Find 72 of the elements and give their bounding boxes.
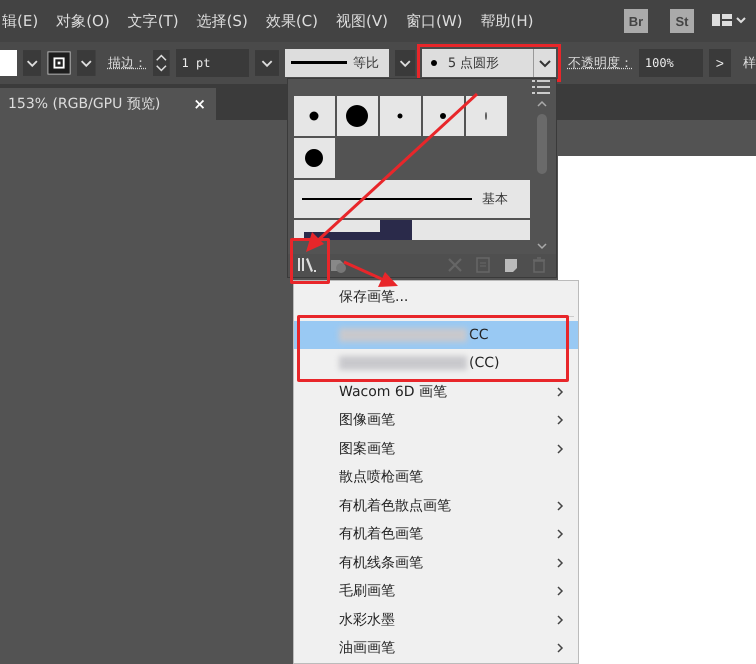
menu-item[interactable]: 毛刷画笔 <box>294 577 578 606</box>
dropdown-icon[interactable] <box>22 49 42 77</box>
menu-item[interactable]: 文字(T) <box>128 12 179 30</box>
line-preview-icon <box>290 60 347 66</box>
menu-item[interactable]: 油画画笔 <box>294 634 578 662</box>
stroke-weight-field[interactable]: 1 pt <box>176 49 249 77</box>
menu-item[interactable]: (CC) <box>294 349 578 378</box>
menu-item[interactable]: 有机线条画笔 <box>294 548 578 577</box>
menu-label: 图像画笔 <box>339 411 395 430</box>
menu-label: 水彩水墨 <box>339 610 395 629</box>
style-label[interactable]: 样 <box>743 54 756 72</box>
menu-label: 散点喷枪画笔 <box>339 468 423 486</box>
pattern-brush-preview[interactable] <box>294 220 530 240</box>
menu-label: 有机线条画笔 <box>339 554 423 572</box>
menu-item[interactable]: 水彩水墨 <box>294 606 578 634</box>
menu-item[interactable]: 有机着色画笔 <box>294 520 578 548</box>
new-brush-icon[interactable] <box>502 256 520 274</box>
app-button[interactable]: Br <box>624 9 648 33</box>
profile-name: 等比 <box>352 55 379 72</box>
menu-item[interactable]: 选择(S) <box>196 12 248 30</box>
menu-item[interactable]: 辑(E) <box>2 12 38 30</box>
stroke-label[interactable]: 描边： <box>108 54 147 72</box>
brush-name: 5 点圆形 <box>448 55 500 72</box>
menu-label: 保存画笔... <box>339 288 408 306</box>
dropdown-icon[interactable] <box>77 49 96 77</box>
menu-item[interactable]: 帮助(H) <box>480 12 534 30</box>
brush-label: 基本 <box>482 190 508 208</box>
menu-label: 有机着色画笔 <box>339 525 423 544</box>
opacity-field[interactable]: 100% <box>638 49 703 77</box>
panel-menu-icon[interactable] <box>532 80 550 94</box>
menu-item[interactable]: 有机着色散点画笔 <box>294 492 578 520</box>
brush-thumbnail[interactable] <box>337 96 378 136</box>
menu-label: CC <box>469 326 489 343</box>
menu-item[interactable]: Wacom 6D 画笔 <box>294 378 578 406</box>
dot-icon <box>430 59 438 67</box>
menu-label: 有机着色散点画笔 <box>339 496 451 515</box>
menu-label: (CC) <box>469 355 500 372</box>
brush-thumbnail[interactable] <box>423 96 464 136</box>
app-button[interactable]: St <box>670 9 694 33</box>
stroke-profile-dropdown[interactable]: 等比 <box>284 49 390 77</box>
brush-definition-dropdown[interactable]: 5 点圆形 <box>422 49 556 77</box>
menu-item[interactable]: 图像画笔 <box>294 406 578 434</box>
annotation-arrow <box>343 260 398 287</box>
menu-label: 图案画笔 <box>339 440 395 458</box>
next-button[interactable]: > <box>708 49 731 77</box>
document-title: 153% (RGB/GPU 预览) <box>8 95 160 113</box>
brush-thumbnail[interactable] <box>294 96 335 136</box>
stepper-icon[interactable] <box>152 49 170 77</box>
menu-label: 油画画笔 <box>339 639 395 658</box>
brush-row[interactable]: 基本 <box>294 180 530 218</box>
brush-thumbnail[interactable] <box>380 96 421 136</box>
brush-thumbnail[interactable] <box>294 138 335 178</box>
menu-item[interactable]: 视图(V) <box>336 12 388 30</box>
fill-swatch[interactable] <box>0 50 17 76</box>
menu-item[interactable]: 效果(C) <box>266 12 318 30</box>
dropdown-icon[interactable] <box>254 49 279 77</box>
opacity-label[interactable]: 不透明度： <box>568 54 633 72</box>
workspace-switcher-icon[interactable] <box>712 13 746 29</box>
brush-thumbnail[interactable] <box>466 96 507 136</box>
menu-item[interactable]: 图案画笔 <box>294 434 578 463</box>
stroke-swatch-icon[interactable] <box>47 50 72 76</box>
close-icon[interactable]: × <box>193 95 206 113</box>
menu-item[interactable]: 对象(O) <box>56 12 110 30</box>
menu-item[interactable]: 散点喷枪画笔 <box>294 463 578 492</box>
menu-label: Wacom 6D 画笔 <box>339 382 448 401</box>
menu-label: 毛刷画笔 <box>339 582 395 600</box>
menu-item[interactable]: CC <box>294 320 578 349</box>
document-tab[interactable]: 153% (RGB/GPU 预览) × <box>0 88 216 120</box>
menu-item[interactable]: 保存画笔... <box>294 283 578 312</box>
dropdown-icon[interactable] <box>395 49 416 77</box>
menu-item[interactable]: 窗口(W) <box>406 12 463 30</box>
brush-libraries-icon[interactable] <box>296 256 318 274</box>
